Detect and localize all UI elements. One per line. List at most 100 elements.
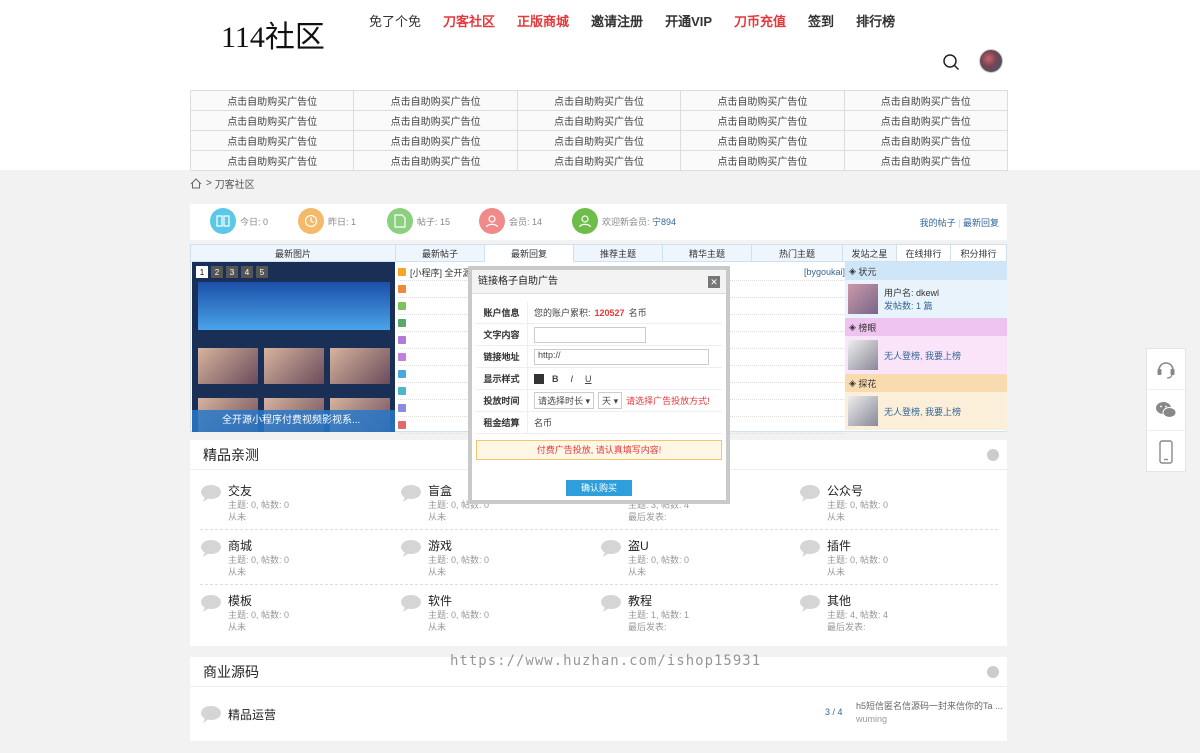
dialog-title: 链接格子自助广告 [478, 276, 558, 287]
last-post-title[interactable]: h5短信匿名信源码一封来信你的Ta ... [856, 700, 1003, 713]
forum-item[interactable]: 其他 主题: 4, 帖数: 4 最后发表: [799, 592, 989, 642]
forum-item[interactable]: 游戏 主题: 0, 帖数: 0 从未 [400, 537, 590, 587]
bold-button[interactable]: B [548, 374, 563, 384]
unit-select[interactable]: 天 ▾ [598, 392, 623, 409]
forum-section-business: 商业源码 精品运营 3 / 4 h5短信匿名信源码一封来信你的Ta ... wu… [190, 657, 1007, 741]
tab-new-replies[interactable]: 最新回复 [485, 245, 574, 262]
slide-page[interactable]: 2 [211, 266, 223, 278]
collapse-toggle-icon[interactable] [987, 449, 999, 461]
wechat-icon[interactable] [1147, 390, 1185, 431]
row-divider [200, 529, 998, 530]
time-hint: 请选择广告投放方式! [626, 396, 710, 406]
last-post-author[interactable]: wuming [856, 713, 1003, 726]
ad-slot[interactable]: 点击自助购买广告位 [353, 130, 518, 151]
rank-first-header: ◈ 状元 [845, 262, 1007, 280]
nav-item-recharge[interactable]: 刀币充值 [723, 14, 797, 30]
duration-select[interactable]: 请选择时长 ▾ [534, 392, 595, 409]
post-type-icon [398, 285, 406, 293]
confirm-purchase-button[interactable]: 确认购买 [566, 480, 632, 496]
nav-item-daoke[interactable]: 刀客社区 [432, 14, 506, 30]
slide-page[interactable]: 4 [241, 266, 253, 278]
text-content-input[interactable] [534, 326, 646, 343]
rank-avatar[interactable] [848, 284, 878, 314]
ad-slot[interactable]: 点击自助购买广告位 [189, 110, 355, 131]
rank-post-count: 发帖数: 1 篇 [884, 301, 933, 311]
nav-item-invite[interactable]: 邀请注册 [580, 14, 654, 30]
tab-latest-images[interactable]: 最新图片 [191, 245, 396, 262]
tab-top-posters[interactable]: 发站之星 [843, 245, 897, 262]
new-member-link[interactable]: 宁894 [652, 215, 676, 228]
nav-item-ranking[interactable]: 排行榜 [845, 14, 906, 30]
forum-item[interactable]: 教程 主题: 1, 帖数: 1 最后发表: [600, 592, 790, 642]
rank-empty-link[interactable]: 无人登榜, 我要上榜 [884, 405, 961, 418]
ad-slot[interactable]: 点击自助购买广告位 [680, 150, 845, 171]
color-picker-icon[interactable] [534, 373, 544, 384]
tab-recommended[interactable]: 推荐主题 [574, 245, 663, 262]
tab-online-ranking[interactable]: 在线排行 [897, 245, 951, 262]
forum-item[interactable]: 软件 主题: 0, 帖数: 0 从未 [400, 592, 590, 642]
forum-item[interactable]: 公众号 主题: 0, 帖数: 0 从未 [799, 482, 989, 532]
rank-empty-link[interactable]: 无人登榜, 我要上榜 [884, 349, 961, 362]
forum-item[interactable]: 盗U 主题: 0, 帖数: 0 从未 [600, 537, 790, 587]
ad-slot[interactable]: 点击自助购买广告位 [516, 110, 682, 131]
chat-bubble-icon [201, 595, 221, 612]
my-posts-link[interactable]: 我的帖子 [920, 218, 956, 228]
slide-page[interactable]: 3 [226, 266, 238, 278]
ad-slot[interactable]: 点击自助购买广告位 [189, 130, 355, 151]
slide-page[interactable]: 1 [196, 266, 208, 278]
slide-caption[interactable]: 全开源小程序付费视频影视系... [192, 410, 395, 432]
link-url-input[interactable]: http:// [534, 348, 709, 365]
chat-bubble-icon [601, 540, 621, 557]
ad-slot[interactable]: 点击自助购买广告位 [680, 90, 845, 111]
ad-slot[interactable]: 点击自助购买广告位 [353, 90, 518, 111]
home-icon[interactable] [190, 178, 202, 189]
tab-new-posts[interactable]: 最新帖子 [396, 245, 485, 262]
tab-hot[interactable]: 热门主题 [752, 245, 843, 262]
ad-slot[interactable]: 点击自助购买广告位 [353, 110, 518, 131]
site-logo[interactable]: 114社区 [221, 12, 325, 56]
tab-points-ranking[interactable]: 积分排行 [951, 245, 1007, 262]
forum-item[interactable]: 精品运营 [200, 703, 500, 753]
tab-featured[interactable]: 精华主题 [663, 245, 752, 262]
latest-reply-link[interactable]: 最新回复 [963, 218, 999, 228]
ad-slot[interactable]: 点击自助购买广告位 [843, 90, 1009, 111]
ad-slot[interactable]: 点击自助购买广告位 [516, 150, 682, 171]
customer-service-icon[interactable] [1147, 349, 1185, 390]
ad-slot[interactable]: 点击自助购买广告位 [189, 90, 355, 111]
ad-slot[interactable]: 点击自助购买广告位 [516, 130, 682, 151]
close-icon[interactable]: ✕ [708, 276, 720, 288]
diamond-icon: ◈ [849, 377, 859, 388]
post-type-icon [398, 421, 406, 429]
italic-button[interactable]: I [567, 374, 578, 384]
underline-button[interactable]: U [581, 374, 596, 384]
stat-welcome: 欢迎新会员: 宁894 [572, 208, 676, 234]
forum-item[interactable]: 交友 主题: 0, 帖数: 0 从未 [200, 482, 390, 532]
ad-slot[interactable]: 点击自助购买广告位 [189, 150, 355, 171]
ad-slot[interactable]: 点击自助购买广告位 [843, 150, 1009, 171]
search-icon[interactable] [942, 53, 960, 71]
dialog-header: 链接格子自助广告 ✕ [472, 270, 726, 294]
ad-slot[interactable]: 点击自助购买广告位 [516, 90, 682, 111]
nav-item-signin[interactable]: 签到 [797, 14, 845, 30]
ad-slot[interactable]: 点击自助购买广告位 [680, 130, 845, 151]
stat-posts: 帖子: 15 [387, 208, 450, 234]
user-avatar[interactable] [979, 49, 1003, 73]
ad-slot[interactable]: 点击自助购买广告位 [843, 130, 1009, 151]
nav-item-vip[interactable]: 开通VIP [654, 14, 723, 30]
nav-item-mian[interactable]: 免了个免 [358, 14, 432, 30]
post-author[interactable]: [bygoukai] [804, 267, 845, 277]
rank-username[interactable]: 用户名: dkewl [884, 286, 939, 299]
ad-slot[interactable]: 点击自助购买广告位 [843, 110, 1009, 131]
breadcrumb-current[interactable]: 刀客社区 [215, 176, 255, 191]
forum-item[interactable]: 商城 主题: 0, 帖数: 0 从未 [200, 537, 390, 587]
nav-item-shop[interactable]: 正版商城 [506, 14, 580, 30]
mobile-icon[interactable] [1147, 431, 1185, 472]
image-slideshow[interactable]: 1 2 3 4 5 全开源小程序付费视频影视系... [192, 262, 395, 432]
post-type-icon [398, 319, 406, 327]
ad-slot[interactable]: 点击自助购买广告位 [680, 110, 845, 131]
collapse-toggle-icon[interactable] [987, 666, 999, 678]
forum-item[interactable]: 插件 主题: 0, 帖数: 0 从未 [799, 537, 989, 587]
forum-item[interactable]: 模板 主题: 0, 帖数: 0 从未 [200, 592, 390, 642]
slide-page[interactable]: 5 [256, 266, 268, 278]
ad-slot[interactable]: 点击自助购买广告位 [353, 150, 518, 171]
